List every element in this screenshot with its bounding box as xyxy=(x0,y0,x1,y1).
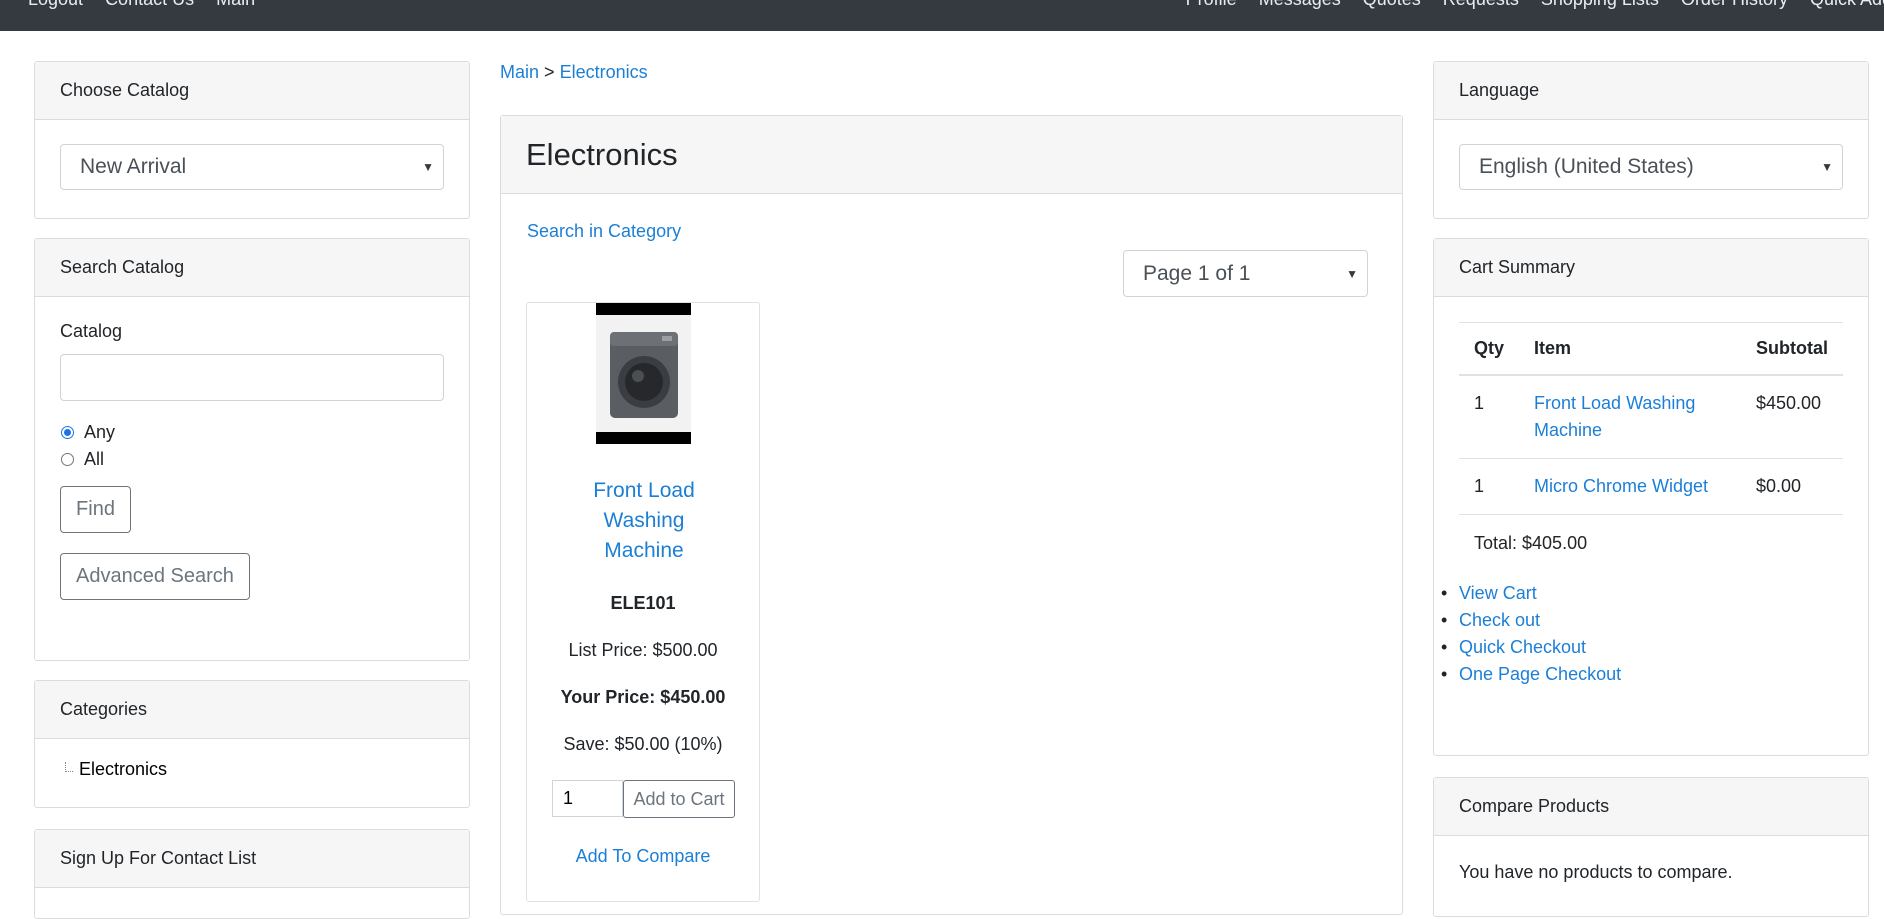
nav-messages-link[interactable]: Messages xyxy=(1259,0,1341,10)
signup-panel: Sign Up For Contact List xyxy=(34,829,470,919)
language-select-value: English (United States) xyxy=(1479,155,1694,178)
tree-branch-icon xyxy=(65,761,73,772)
breadcrumb-separator: > xyxy=(544,62,555,82)
view-cart-link[interactable]: View Cart xyxy=(1459,583,1537,603)
radio-any-row[interactable]: Any xyxy=(60,419,444,446)
catalog-search-input[interactable] xyxy=(60,354,444,401)
breadcrumb: Main > Electronics xyxy=(500,62,648,83)
table-row: 1 Micro Chrome Widget $0.00 xyxy=(1459,458,1843,515)
top-navbar: Logout Contact Us Main Profile Messages … xyxy=(0,0,1884,31)
nav-requests-link[interactable]: Requests xyxy=(1443,0,1519,10)
cart-summary-title: Cart Summary xyxy=(1434,239,1868,297)
categories-title: Categories xyxy=(35,681,469,739)
nav-contact-link[interactable]: Contact Us xyxy=(105,0,194,10)
topnav-left: Logout Contact Us Main xyxy=(28,0,255,10)
page-select-wrap: Page 1 of 1 ▼ xyxy=(1123,250,1368,297)
compare-products-panel: Compare Products You have no products to… xyxy=(1433,777,1869,917)
advanced-search-button[interactable]: Advanced Search xyxy=(60,553,250,600)
categories-panel: Categories Electronics xyxy=(34,680,470,808)
category-header: Electronics xyxy=(501,116,1402,194)
search-in-category-link[interactable]: Search in Category xyxy=(527,221,681,242)
nav-profile-link[interactable]: Profile xyxy=(1186,0,1237,10)
choose-catalog-title: Choose Catalog xyxy=(35,62,469,120)
page-select[interactable]: Page 1 of 1 xyxy=(1123,250,1368,297)
all-radio-label: All xyxy=(84,449,105,469)
any-radio-label: Any xyxy=(84,422,116,442)
cart-row-subtotal: $450.00 xyxy=(1741,375,1843,459)
nav-logout-link[interactable]: Logout xyxy=(28,0,83,10)
language-body: English (United States) ▼ xyxy=(1434,120,1868,214)
cart-table-header: Qty Item Subtotal xyxy=(1459,322,1843,376)
breadcrumb-current-link[interactable]: Electronics xyxy=(560,62,648,82)
product-save: Save: $50.00 (10%) xyxy=(563,734,723,754)
washing-machine-icon xyxy=(596,315,691,432)
cart-table: Qty Item Subtotal 1 Front Load Washing M… xyxy=(1459,322,1843,515)
search-catalog-panel: Search Catalog Catalog Any All Find Adva… xyxy=(34,238,470,661)
cart-total: Total: $405.00 xyxy=(1474,533,1588,553)
cart-row-qty: 1 xyxy=(1459,375,1520,459)
page-select-value: Page 1 of 1 xyxy=(1143,261,1251,285)
language-select-wrap: English (United States) ▼ xyxy=(1459,144,1843,190)
compare-empty-text: You have no products to compare. xyxy=(1459,862,1733,882)
radio-all-row[interactable]: All xyxy=(60,446,444,473)
cart-summary-panel: Cart Summary Qty Item Subtotal 1 Front L… xyxy=(1433,238,1869,756)
topnav-right: Profile Messages Quotes Requests Shoppin… xyxy=(1186,0,1884,10)
signup-title: Sign Up For Contact List xyxy=(35,830,469,888)
any-radio[interactable] xyxy=(61,426,74,439)
language-title: Language xyxy=(1434,62,1868,120)
cart-row-subtotal: $0.00 xyxy=(1741,458,1843,515)
catalog-select[interactable]: New Arrival xyxy=(60,144,444,190)
product-card: Front Load Washing Machine ELE101 List P… xyxy=(526,302,760,902)
nav-quotes-link[interactable]: Quotes xyxy=(1363,0,1421,10)
cart-links-list: View Cart Check out Quick Checkout One P… xyxy=(1441,580,1843,688)
col-qty: Qty xyxy=(1459,322,1520,376)
choose-catalog-panel: Choose Catalog New Arrival ▼ xyxy=(34,61,470,219)
catalog-field-label: Catalog xyxy=(60,321,123,341)
product-your-price: Your Price: $450.00 xyxy=(560,687,726,707)
quick-checkout-link[interactable]: Quick Checkout xyxy=(1459,637,1586,657)
catalog-select-wrap: New Arrival ▼ xyxy=(60,144,444,190)
category-item-electronics[interactable]: Electronics xyxy=(79,759,167,780)
one-page-checkout-link[interactable]: One Page Checkout xyxy=(1459,664,1621,684)
product-list-price: List Price: $500.00 xyxy=(568,640,718,660)
product-image[interactable] xyxy=(596,303,691,444)
search-catalog-title: Search Catalog xyxy=(35,239,469,297)
product-sku: ELE101 xyxy=(610,593,676,613)
language-select[interactable]: English (United States) xyxy=(1459,144,1843,190)
quantity-input[interactable] xyxy=(552,780,623,817)
nav-shopping-lists-link[interactable]: Shopping Lists xyxy=(1541,0,1659,10)
search-catalog-body: Catalog Any All Find Advanced Search xyxy=(35,297,469,624)
nav-main-link[interactable]: Main xyxy=(216,0,255,10)
checkout-link[interactable]: Check out xyxy=(1459,610,1540,630)
category-title: Electronics xyxy=(526,136,678,172)
categories-body: Electronics xyxy=(35,739,469,780)
cart-summary-body: Qty Item Subtotal 1 Front Load Washing M… xyxy=(1434,297,1868,688)
product-name-link[interactable]: Front Load Washing Machine xyxy=(577,476,711,566)
find-button[interactable]: Find xyxy=(60,486,131,533)
compare-products-title: Compare Products xyxy=(1434,778,1868,836)
language-panel: Language English (United States) ▼ xyxy=(1433,61,1869,219)
cart-row-item-link[interactable]: Front Load Washing Machine xyxy=(1534,393,1695,440)
choose-catalog-body: New Arrival ▼ xyxy=(35,120,469,214)
col-item: Item xyxy=(1519,322,1741,376)
add-to-compare-link[interactable]: Add To Compare xyxy=(527,846,759,867)
cart-row-item-link[interactable]: Micro Chrome Widget xyxy=(1534,476,1708,496)
nav-order-history-link[interactable]: Order History xyxy=(1681,0,1788,10)
catalog-select-value: New Arrival xyxy=(80,155,187,178)
nav-quick-add-link[interactable]: Quick Add xyxy=(1810,0,1884,10)
col-subtotal: Subtotal xyxy=(1741,322,1843,376)
add-to-cart-button[interactable]: Add to Cart xyxy=(623,780,735,818)
cart-row-qty: 1 xyxy=(1459,458,1520,515)
all-radio[interactable] xyxy=(61,453,74,466)
table-row: 1 Front Load Washing Machine $450.00 xyxy=(1459,375,1843,459)
breadcrumb-main-link[interactable]: Main xyxy=(500,62,539,82)
